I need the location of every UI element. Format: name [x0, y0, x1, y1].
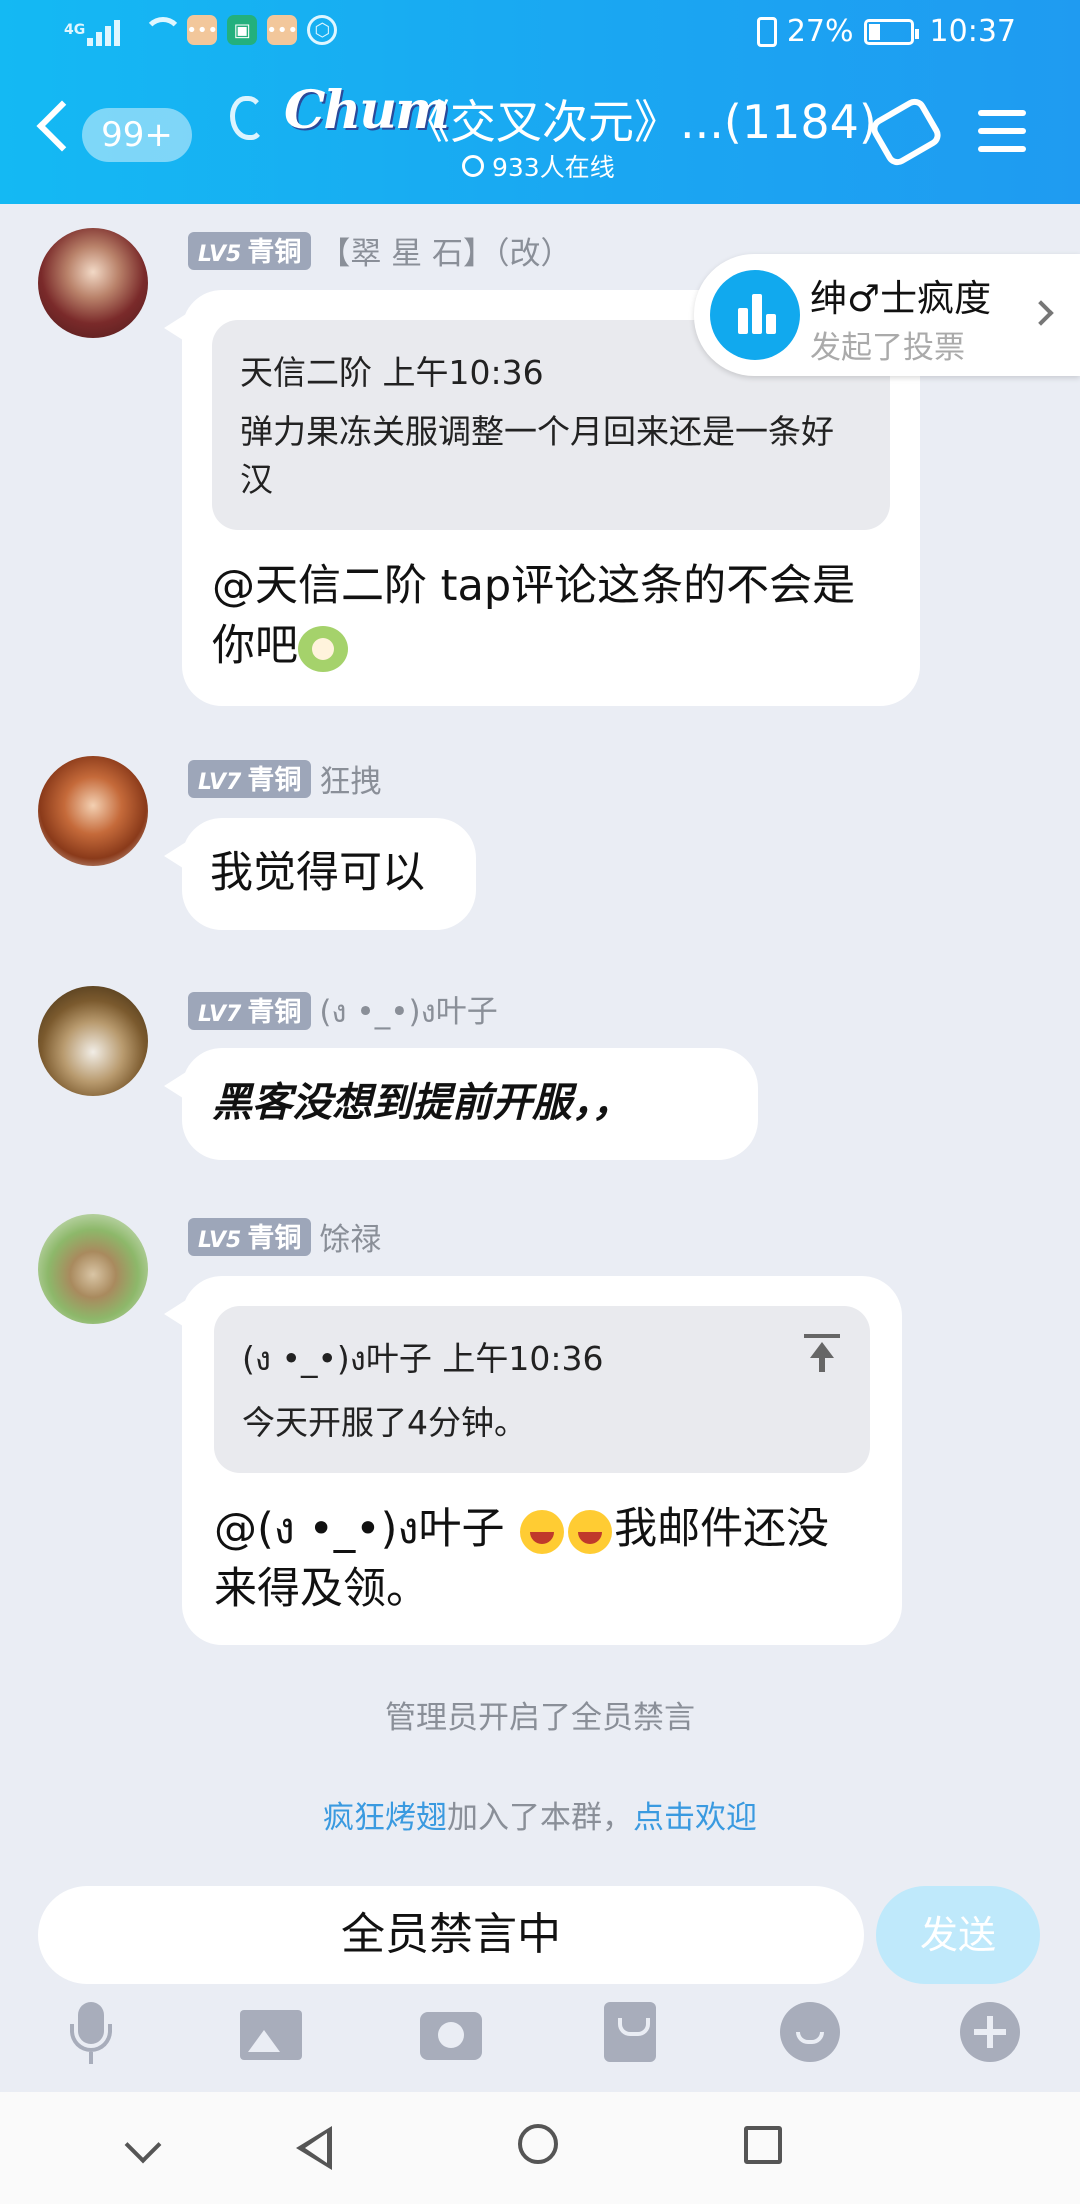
- level-badge: LV5 青铜: [188, 231, 312, 270]
- chevron-right-icon: [1028, 300, 1054, 326]
- quote-author: 天信二阶: [240, 353, 372, 392]
- nav-home-icon[interactable]: [518, 2124, 558, 2164]
- mute-notice: 管理员开启了全员禁言: [385, 1700, 695, 1736]
- red-packet-icon[interactable]: [604, 2002, 656, 2062]
- system-nav-bar: [0, 2092, 1080, 2204]
- quote-header: (ง •_•)ง叶子 上午10:36: [242, 1332, 842, 1385]
- status-bar: 4G ••• ▣ ••• ⬡ 27% 10:37: [0, 0, 1080, 66]
- nav-back-inner: [305, 2133, 327, 2163]
- quote-time: 上午10:36: [442, 1339, 604, 1378]
- sender-name[interactable]: 狂拽: [319, 756, 381, 801]
- message-text: @天信二阶 tap评论这条的不会是你吧: [212, 561, 856, 672]
- signal-icon: [87, 14, 131, 46]
- join-notice: 疯狂烤翅加入了本群，点击欢迎: [0, 1792, 1080, 1837]
- vote-action: 发起了投票: [810, 330, 965, 366]
- sender-name[interactable]: 馀禄: [319, 1214, 381, 1259]
- avatar[interactable]: [38, 986, 148, 1096]
- battery-icon: [863, 18, 919, 45]
- message-bubble[interactable]: 黑客没想到提前开服，，: [164, 1048, 758, 1160]
- ear-mode-icon[interactable]: [230, 96, 264, 140]
- online-count: 933人在线: [492, 153, 615, 182]
- battery-percent: 27%: [786, 14, 854, 49]
- join-text: 加入了本群，: [447, 1800, 633, 1836]
- camera-icon[interactable]: [420, 2012, 482, 2060]
- unread-count-badge[interactable]: 99+: [82, 108, 192, 162]
- status-right-icons: 27% 10:37: [756, 14, 1016, 49]
- message-text: 我觉得可以: [210, 848, 425, 898]
- sender-name[interactable]: (ง •_•)ง叶子: [319, 986, 497, 1036]
- online-status: 933人在线: [462, 148, 615, 184]
- wifi-icon: [141, 15, 184, 45]
- avatar[interactable]: [38, 1214, 148, 1324]
- plus-icon[interactable]: [960, 2002, 1020, 2062]
- laughing-emoji-icon: [568, 1509, 613, 1554]
- message-bubble[interactable]: 我觉得可以: [164, 818, 476, 930]
- clock: 10:37: [929, 14, 1016, 49]
- dog-emoji-icon: [298, 625, 348, 672]
- message-text: 黑客没想到提前开服，，: [212, 1080, 632, 1126]
- vibrate-icon: [756, 16, 777, 47]
- chat-app-icon: •••: [266, 15, 298, 45]
- chat-app-icon: •••: [186, 15, 218, 45]
- laughing-emoji-icon: [520, 1509, 565, 1554]
- group-app-icon[interactable]: [867, 94, 945, 170]
- quote-time: 上午10:36: [382, 353, 544, 392]
- pin-to-top-icon[interactable]: [802, 1332, 842, 1372]
- emoji-icon[interactable]: [780, 2002, 840, 2062]
- nav-recent-apps-icon[interactable]: [744, 2126, 782, 2164]
- message-text: @(ง •_•)ง叶子 我邮件还没来得及领。: [214, 1504, 830, 1614]
- input-toolbar: [0, 2002, 1080, 2078]
- avatar[interactable]: [38, 228, 148, 338]
- shield-app-icon: ▣: [227, 15, 258, 45]
- sender-name[interactable]: 【翠 星 石】（改）: [319, 228, 571, 273]
- quoted-message[interactable]: (ง •_•)ง叶子 上午10:36 今天开服了4分钟。: [214, 1306, 870, 1473]
- poll-chart-icon: [710, 270, 800, 360]
- quote-text: 今天开服了4分钟。: [242, 1403, 527, 1442]
- chat-header: 4G ••• ▣ ••• ⬡ 27% 10:37 99+ Chum 《交叉次元》…: [0, 0, 1080, 204]
- group-title[interactable]: 《交叉次元》...(1184): [404, 86, 877, 152]
- message-meta: LV5 青铜 【翠 星 石】（改）: [188, 228, 572, 273]
- level-badge: LV7 青铜: [188, 992, 312, 1030]
- message-meta: LV7 青铜 狂拽: [188, 756, 381, 801]
- status-left-icons: 4G ••• ▣ ••• ⬡: [64, 14, 338, 46]
- welcome-link[interactable]: 点击欢迎: [633, 1800, 757, 1836]
- hexagon-app-icon: ⬡: [307, 15, 338, 45]
- quote-text: 弹力果冻关服调整一个月回来还是一条好汉: [240, 412, 834, 499]
- quote-author: (ง •_•)ง叶子: [242, 1339, 432, 1378]
- back-arrow-icon[interactable]: [36, 100, 88, 152]
- online-check-icon: [462, 155, 484, 177]
- image-icon[interactable]: [240, 2010, 302, 2060]
- vote-user: 绅♂士疯度: [810, 277, 992, 320]
- network-type-label: 4G: [64, 22, 86, 38]
- avatar[interactable]: [38, 756, 148, 866]
- microphone-icon[interactable]: [60, 2002, 122, 2068]
- menu-icon[interactable]: [978, 110, 1026, 156]
- message-meta: LV7 青铜 (ง •_•)ง叶子: [188, 986, 498, 1036]
- battery-level-fill: [868, 23, 880, 40]
- message-meta: LV5 青铜 馀禄: [188, 1214, 381, 1259]
- send-button[interactable]: 发送: [876, 1886, 1040, 1984]
- level-badge: LV7 青铜: [188, 759, 312, 798]
- message-input[interactable]: 全员禁言中: [38, 1886, 864, 1984]
- vote-notification-card[interactable]: 绅♂士疯度 发起了投票: [694, 254, 1080, 376]
- message-bubble[interactable]: (ง •_•)ง叶子 上午10:36 今天开服了4分钟。 @(ง •_•)ง叶子…: [164, 1276, 902, 1645]
- level-badge: LV5 青铜: [188, 1217, 312, 1256]
- joined-user-link[interactable]: 疯狂烤翅: [323, 1800, 447, 1836]
- nav-hide-icon[interactable]: [124, 2126, 162, 2164]
